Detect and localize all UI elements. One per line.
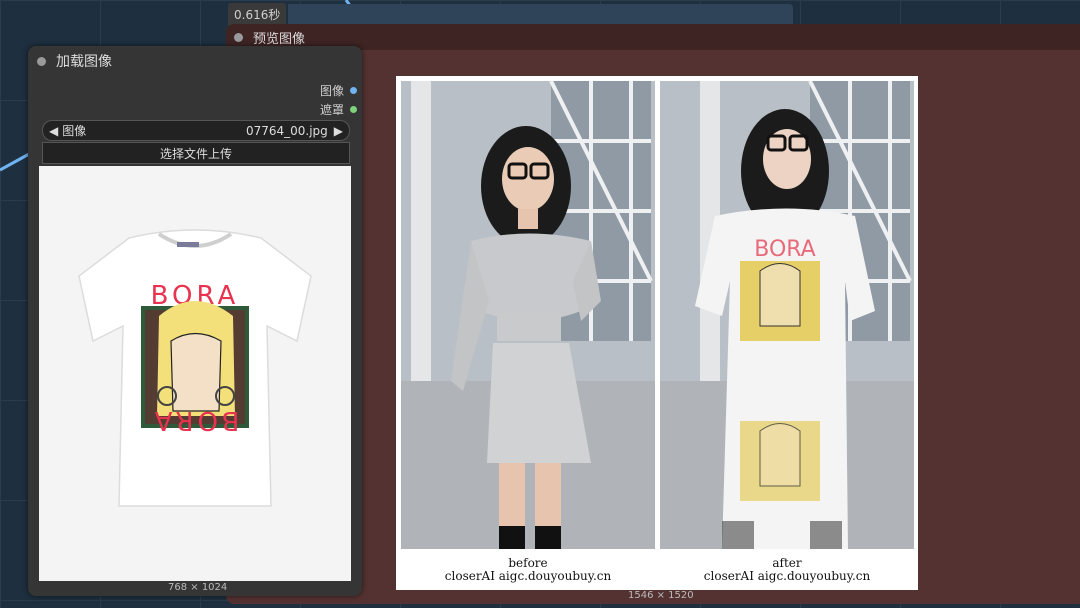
preview-image-size: 1546 × 1520 xyxy=(628,590,694,601)
upload-file-button[interactable]: 选择文件上传 xyxy=(42,142,350,164)
load-node-header[interactable]: 加载图像 xyxy=(28,46,362,76)
output-label-mask: 遮罩 xyxy=(319,103,344,117)
print-text-bottom: BORA xyxy=(151,405,240,435)
before-watermark: closerAI aigc.douyoubuy.cn xyxy=(444,569,612,583)
after-photo-illustration: BORA xyxy=(660,81,914,549)
combo-left-arrow-icon[interactable]: ◀ xyxy=(43,124,58,138)
combo-right-arrow-icon[interactable]: ▶ xyxy=(334,124,343,138)
loaded-image-preview: BORA BORA xyxy=(39,166,351,581)
execution-time-badge: 0.616秒 xyxy=(228,3,287,26)
load-node-title: 加载图像 xyxy=(56,54,112,70)
image-select-combo[interactable]: ◀ 图像 07764_00.jpg ▶ xyxy=(42,120,350,141)
after-photo-pane: BORA xyxy=(660,81,914,549)
collapse-dot-icon[interactable] xyxy=(234,32,243,42)
node-header-behind xyxy=(288,4,793,26)
combo-label: 图像 xyxy=(62,124,87,138)
output-slot-image[interactable]: 图像 xyxy=(320,82,357,99)
combo-value: 07764_00.jpg xyxy=(245,123,328,138)
output-label-image: 图像 xyxy=(319,84,344,98)
load-image-node[interactable]: 加载图像 图像 遮罩 ◀ 图像 07764_00.jpg ▶ 选择文件上传 BO… xyxy=(28,46,362,596)
collapse-dot-icon[interactable] xyxy=(37,56,46,66)
output-slot-mask[interactable]: 遮罩 xyxy=(320,101,357,118)
after-print-text-top: BORA xyxy=(754,237,815,262)
preview-node-title: 预览图像 xyxy=(253,31,306,47)
output-dot-mask-icon[interactable] xyxy=(350,106,357,113)
after-watermark: closerAI aigc.douyoubuy.cn xyxy=(703,569,871,583)
loaded-image-size: 768 × 1024 xyxy=(168,582,228,593)
before-photo-pane xyxy=(401,81,655,549)
output-dot-image-icon[interactable] xyxy=(350,87,357,94)
before-photo-illustration xyxy=(401,81,655,549)
preview-output-image[interactable]: BORA before closerAI aigc.douyoubuy.cn a… xyxy=(396,76,918,590)
tshirt-illustration: BORA BORA xyxy=(78,229,312,507)
